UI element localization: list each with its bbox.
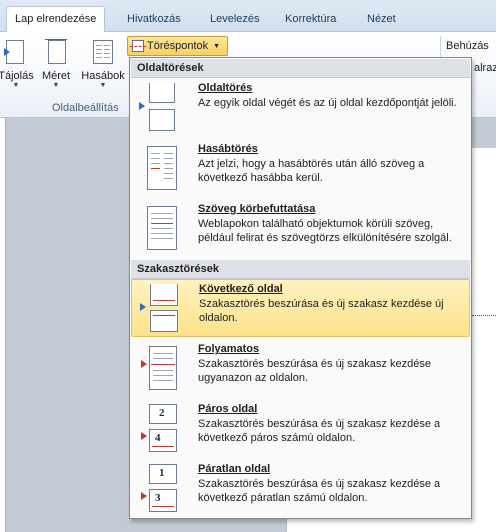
menu-item-description: Szakasztörés beszúrása és új szakasz kez… [198,358,431,384]
even-page-icon: 2 4 [139,404,183,452]
tab-page-layout[interactable]: Lap elrendezése [6,6,106,33]
odd-page-number-bottom: 3 [155,492,161,504]
odd-page-icon: 1 3 [139,464,183,512]
menu-item-title: Szöveg körbefuttatása [198,203,316,215]
menu-item-continuous[interactable]: Folyamatos Szakasztörés beszúrása és új … [131,340,470,398]
chevron-down-icon: ▼ [99,82,107,89]
size-button[interactable]: Méret ▼ [38,38,74,90]
menu-item-title: Hasábtörés [198,143,258,155]
breaks-icon [130,40,146,52]
menu-item-text-wrapping[interactable]: Szöveg körbefuttatása Weblapokon találha… [131,200,470,258]
even-page-number-bottom: 4 [155,432,161,444]
text-wrap-icon [139,204,183,252]
menu-item-even-page[interactable]: 2 4 Páros oldal Szakasztörés beszúrása é… [131,400,470,458]
breaks-button[interactable]: Töréspontok ▼ [127,36,228,56]
menu-item-description: Weblapokon található objektumok körüli s… [198,218,452,244]
tab-references[interactable]: Hivatkozás [119,9,189,32]
spacing-label-partial: alraz [474,62,496,74]
page-break-icon [139,83,183,131]
menu-item-title: Páros oldal [198,403,258,415]
menu-item-title: Páratlan oldal [198,463,271,475]
menu-item-title: Következő oldal [199,283,283,295]
size-icon [44,38,68,66]
menu-item-title: Folyamatos [198,343,260,355]
next-page-icon [140,284,184,332]
menu-item-page-break[interactable]: Oldaltörés Az egyik oldal végét és az új… [131,79,470,137]
continuous-icon [139,344,183,392]
menu-item-description: Szakasztörés beszúrása és új szakasz kez… [198,478,441,504]
tab-view[interactable]: Nézet [359,9,404,32]
orientation-icon [4,38,28,66]
breaks-dropdown-menu: Oldaltörések Oldaltörés Az egyik oldal v… [129,57,472,519]
even-page-number-top: 2 [159,407,165,419]
orientation-label: Tájolás [0,70,34,82]
menu-item-description: Szakasztörés beszúrása és új szakasz kez… [199,298,444,324]
section-break-marker [472,315,496,316]
tab-mailings[interactable]: Levelezés [202,9,268,32]
menu-item-next-page[interactable]: Következő oldal Szakasztörés beszúrása é… [131,279,470,337]
columns-icon [91,38,115,66]
page-edge-left [0,118,6,532]
breaks-label: Töréspontok [147,40,209,52]
odd-page-number-top: 1 [159,467,165,479]
menu-item-column-break[interactable]: Hasábtörés Azt jelzi, hogy a hasábtörés … [131,140,470,198]
menu-item-description: Azt jelzi, hogy a hasábtörés után álló s… [198,158,425,184]
section-header-section-breaks: Szakasztörések [131,260,470,279]
column-break-icon [139,144,183,192]
menu-item-odd-page[interactable]: 1 3 Páratlan oldal Szakasztörés beszúrás… [131,460,470,518]
group-label-page-setup: Oldalbeállítás [52,102,119,114]
chevron-down-icon: ▼ [213,42,221,50]
menu-item-description: Szakasztörés beszúrása és új szakasz kez… [198,418,441,444]
menu-item-title: Oldaltörés [198,82,253,94]
menu-item-description: Az egyik oldal végét és az új oldal kezd… [198,97,457,109]
chevron-down-icon: ▼ [52,82,60,89]
orientation-button[interactable]: Tájolás ▼ [0,38,34,90]
section-header-page-breaks: Oldaltörések [131,59,470,78]
indent-label: Behúzás [446,40,489,52]
columns-button[interactable]: Hasábok ▼ [80,38,126,90]
size-label: Méret [41,70,71,82]
tab-review[interactable]: Korrektúra [277,9,344,32]
chevron-down-icon: ▼ [12,82,20,89]
ribbon-tab-strip: Lap elrendezése Hivatkozás Levelezés Kor… [0,0,496,33]
columns-label: Hasábok [81,70,125,82]
